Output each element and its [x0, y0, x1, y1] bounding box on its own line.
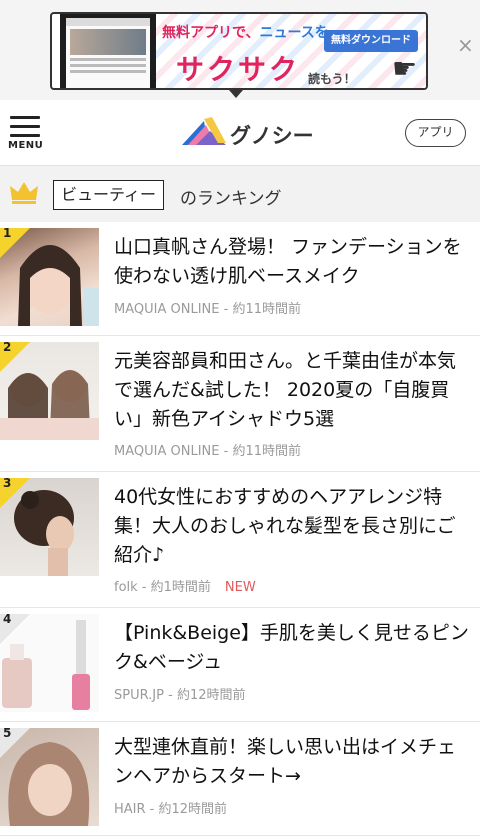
category-selector[interactable]: ビューティー — [53, 180, 165, 210]
gunosy-logo-icon[interactable] — [182, 117, 226, 147]
article-title[interactable]: 大型連休直前！楽しい思い出はイメチェンヘアからスタート→ — [114, 733, 472, 791]
article-thumbnail[interactable]: 3 — [0, 478, 99, 576]
rank-number: 2 — [3, 342, 12, 354]
article-title[interactable]: 山口真帆さん登場！ ファンデーションを使わない透け肌ベースメイク — [114, 233, 472, 291]
ad-download-button[interactable]: 無料ダウンロード — [324, 30, 418, 52]
ad-area: 無料アプリで、ニュースを、 サクサク 読もう！ 無料ダウンロード ☛ × — [0, 0, 480, 100]
article-meta: SPUR.JP - 約12時間前 — [114, 688, 246, 703]
ranking-title-suffix: のランキング — [180, 189, 282, 209]
article-meta: folk - 約1時間前 NEW — [114, 580, 256, 595]
pointing-hand-icon: ☛ — [392, 52, 418, 85]
article-item[interactable]: 2 元美容部員和田さん。と千葉由佳が本気で選んだ&試した！ 2020夏の「自腹買… — [0, 336, 480, 472]
article-title[interactable]: 【Pink&Beige】手肌を美しく見せるピンク&ベージュ — [114, 619, 472, 677]
article-thumbnail[interactable]: 4 — [0, 614, 99, 712]
ad-pointer-arrow — [229, 90, 243, 98]
logo-text[interactable]: グノシー — [230, 120, 314, 150]
article-thumbnail[interactable]: 1 — [0, 228, 99, 326]
article-thumbnail[interactable]: 2 — [0, 342, 99, 440]
article-item[interactable]: 4 【Pink&Beige】手肌を美しく見せるピンク&ベージュ SPUR.JP … — [0, 608, 480, 722]
article-title[interactable]: 40代女性におすすめのヘアアレンジ特集！大人のおしゃれな髪型を長さ別にご紹介♪ — [114, 483, 472, 570]
article-item[interactable]: 1 山口真帆さん登場！ ファンデーションを使わない透け肌ベースメイク MAQUI… — [0, 222, 480, 336]
rank-number: 1 — [3, 228, 12, 240]
crown-icon — [10, 182, 38, 204]
article-meta: MAQUIA ONLINE - 約11時間前 — [114, 444, 301, 459]
new-badge: NEW — [224, 580, 256, 595]
article-title[interactable]: 元美容部員和田さん。と千葉由佳が本気で選んだ&試した！ 2020夏の「自腹買い」… — [114, 347, 472, 434]
rank-number: 5 — [3, 728, 12, 740]
rank-number: 3 — [3, 478, 12, 490]
ad-catch-suffix: 読もう！ — [308, 72, 356, 86]
article-item[interactable]: 5 大型連休直前！楽しい思い出はイメチェンヘアからスタート→ HAIR - 約1… — [0, 722, 480, 836]
menu-label[interactable]: MENU — [8, 140, 43, 151]
ad-phone-image — [60, 14, 156, 88]
rank-number: 4 — [3, 614, 12, 626]
ad-catch: サクサク — [176, 53, 301, 86]
ad-headline: 無料アプリで、ニュースを、 — [162, 25, 343, 41]
hamburger-menu-icon[interactable] — [10, 116, 40, 143]
article-thumbnail[interactable]: 5 — [0, 728, 99, 826]
close-icon[interactable]: × — [457, 33, 474, 57]
article-meta: HAIR - 約12時間前 — [114, 802, 228, 817]
article-item[interactable]: 3 40代女性におすすめのヘアアレンジ特集！大人のおしゃれな髪型を長さ別にご紹介… — [0, 472, 480, 608]
app-button[interactable]: アプリ — [405, 119, 466, 147]
app-ad-banner[interactable]: 無料アプリで、ニュースを、 サクサク 読もう！ 無料ダウンロード ☛ — [50, 12, 428, 90]
article-meta: MAQUIA ONLINE - 約11時間前 — [114, 302, 301, 317]
